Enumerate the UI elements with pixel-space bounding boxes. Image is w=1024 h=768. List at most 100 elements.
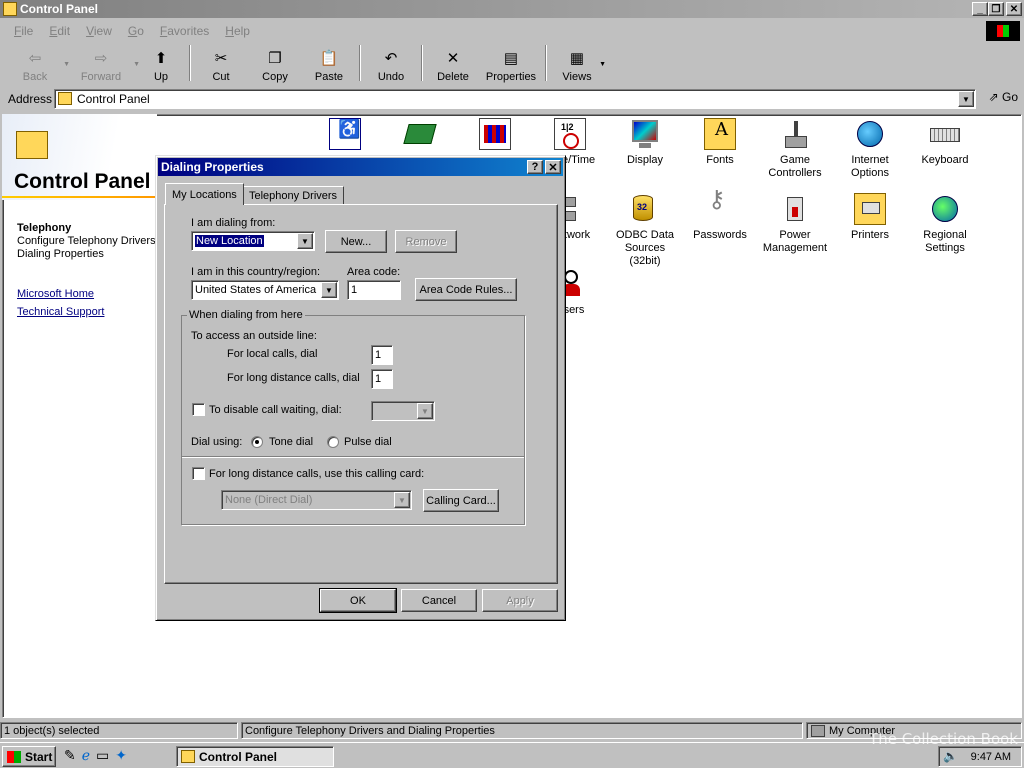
menu-edit[interactable]: Edit <box>49 24 70 38</box>
taskbar-control-panel-button[interactable]: Control Panel <box>176 746 334 767</box>
control-panel-folder-icon <box>16 131 48 159</box>
up-button[interactable]: ⬆ Up <box>136 43 186 83</box>
printers-icon <box>854 193 886 225</box>
address-dropdown-button[interactable]: ▼ <box>958 91 974 107</box>
toolbar-separator <box>545 45 547 81</box>
ok-button[interactable]: OK <box>319 588 397 613</box>
channels-icon[interactable]: ✦ <box>115 747 127 764</box>
toolbar: ⇦ Back ▼ ⇨ Forward ▼ ⬆ Up ✂ Cut ❐ Copy 📋 P… <box>4 44 1020 86</box>
chevron-down-icon[interactable]: ▼ <box>417 403 433 419</box>
selected-item-title: Telephony <box>17 222 72 234</box>
dialog-titlebar[interactable]: Dialing Properties ? ✕ <box>158 158 563 176</box>
tab-telephony-drivers[interactable]: Telephony Drivers <box>242 186 345 204</box>
delete-button[interactable]: ✕ Delete <box>426 43 480 83</box>
call-waiting-checkbox[interactable] <box>192 403 205 416</box>
window-titlebar[interactable]: Control Panel _ ❐ ✕ <box>0 0 1024 18</box>
menu-go[interactable]: Go <box>128 24 144 38</box>
tab-panel: I am dialing from: New Location ▼ New...… <box>164 204 558 584</box>
cut-button[interactable]: ✂ Cut <box>194 43 248 83</box>
views-button[interactable]: ▦ Views ▼ <box>550 43 606 83</box>
selected-item-description: Configure Telephony Drivers and Dialing … <box>17 235 157 260</box>
address-value: Control Panel <box>77 92 150 106</box>
menu-view[interactable]: View <box>86 24 112 38</box>
printers-item[interactable]: Printers <box>834 193 906 242</box>
accessibility-options-item[interactable]: ♿ <box>309 118 381 154</box>
add-hardware-icon <box>479 118 511 150</box>
cancel-button[interactable]: Cancel <box>401 589 477 612</box>
volume-icon[interactable]: 🔈 <box>943 749 958 763</box>
windows-flag-icon <box>7 751 21 763</box>
local-calls-input[interactable]: 1 <box>371 345 393 365</box>
chevron-down-icon[interactable]: ▼ <box>394 492 410 508</box>
window-title: Control Panel <box>20 2 99 16</box>
regional-settings-item[interactable]: Regional Settings <box>909 193 981 255</box>
help-button[interactable]: ? <box>527 160 543 174</box>
dialing-from-label: I am dialing from: <box>191 217 276 229</box>
menu-help[interactable]: Help <box>225 24 250 38</box>
area-code-rules-button[interactable]: Area Code Rules... <box>415 278 517 301</box>
new-location-button[interactable]: New... <box>325 230 387 253</box>
dialog-close-button[interactable]: ✕ <box>545 160 561 174</box>
add-programs-item[interactable] <box>384 118 456 154</box>
long-distance-input[interactable]: 1 <box>371 369 393 389</box>
status-selection: 1 object(s) selected <box>0 722 238 739</box>
area-code-input[interactable]: 1 <box>347 280 401 300</box>
quick-launch-item-icon[interactable]: ✎ <box>64 747 76 764</box>
control-panel-icon <box>181 750 195 763</box>
panel-heading: Control Panel <box>14 170 151 193</box>
keyboard-item[interactable]: Keyboard <box>909 118 981 167</box>
display-item[interactable]: Display <box>609 118 681 167</box>
call-waiting-combobox[interactable]: ▼ <box>371 401 435 421</box>
technical-support-link[interactable]: Technical Support <box>17 306 104 318</box>
fonts-item[interactable]: A Fonts <box>684 118 756 167</box>
game-controllers-item[interactable]: Game Controllers <box>759 118 831 180</box>
add-hardware-item[interactable] <box>459 118 531 154</box>
close-button[interactable]: ✕ <box>1006 2 1022 16</box>
menu-file[interactable]: File <box>14 24 33 38</box>
go-button[interactable]: ⇗ Go <box>989 90 1018 104</box>
my-computer-icon <box>811 725 825 737</box>
address-bar: Address Control Panel ▼ ⇗ Go <box>4 88 1020 110</box>
calling-card-checkbox[interactable] <box>192 467 205 480</box>
address-input[interactable]: Control Panel ▼ <box>54 89 976 109</box>
minimize-button[interactable]: _ <box>972 2 988 16</box>
left-info-panel: Control Panel Telephony Configure Teleph… <box>2 114 157 718</box>
copy-button[interactable]: ❐ Copy <box>248 43 302 83</box>
clock: 9:47 AM <box>970 750 1011 763</box>
tab-my-locations[interactable]: My Locations <box>165 183 244 205</box>
country-combobox[interactable]: United States of America ▼ <box>191 280 339 300</box>
back-arrow-icon: ⇦ <box>28 50 42 67</box>
passwords-item[interactable]: ⚷ Passwords <box>684 188 756 242</box>
internet-options-item[interactable]: Internet Options <box>834 118 906 180</box>
undo-button[interactable]: ↶ Undo <box>364 43 418 83</box>
address-label: Address <box>8 92 53 106</box>
location-combobox[interactable]: New Location ▼ <box>191 231 315 251</box>
fonts-icon: A <box>704 118 736 150</box>
internet-explorer-icon[interactable]: ℯ <box>82 747 90 764</box>
calling-card-button[interactable]: Calling Card... <box>423 489 499 512</box>
show-desktop-icon[interactable]: ▭ <box>96 747 109 764</box>
paste-button[interactable]: 📋 Paste <box>302 43 356 83</box>
menu-favorites[interactable]: Favorites <box>160 24 209 38</box>
chevron-down-icon[interactable]: ▼ <box>321 282 337 298</box>
back-button[interactable]: ⇦ Back ▼ <box>4 43 70 83</box>
start-button[interactable]: Start <box>2 746 56 767</box>
microsoft-home-link[interactable]: Microsoft Home <box>17 288 94 300</box>
chevron-down-icon[interactable]: ▼ <box>297 233 313 249</box>
joystick-icon <box>779 118 811 150</box>
remove-location-button[interactable]: Remove <box>395 230 457 253</box>
calling-card-combobox[interactable]: None (Direct Dial) ▼ <box>221 490 412 510</box>
toolbar-separator <box>359 45 361 81</box>
status-description: Configure Telephony Drivers and Dialing … <box>241 722 803 739</box>
up-folder-icon: ⬆ <box>154 50 168 67</box>
properties-button[interactable]: ▤ Properties <box>480 43 542 83</box>
dial-using-label: Dial using: <box>191 436 243 448</box>
control-panel-icon <box>3 2 17 16</box>
apply-button[interactable]: Apply <box>482 589 558 612</box>
odbc-item[interactable]: 32 ODBC Data Sources (32bit) <box>609 193 681 268</box>
power-management-item[interactable]: Power Management <box>759 193 831 255</box>
forward-button[interactable]: ⇨ Forward ▼ <box>66 43 140 83</box>
restore-button[interactable]: ❐ <box>988 2 1004 16</box>
tone-dial-radio[interactable] <box>251 436 263 448</box>
pulse-dial-radio[interactable] <box>327 436 339 448</box>
